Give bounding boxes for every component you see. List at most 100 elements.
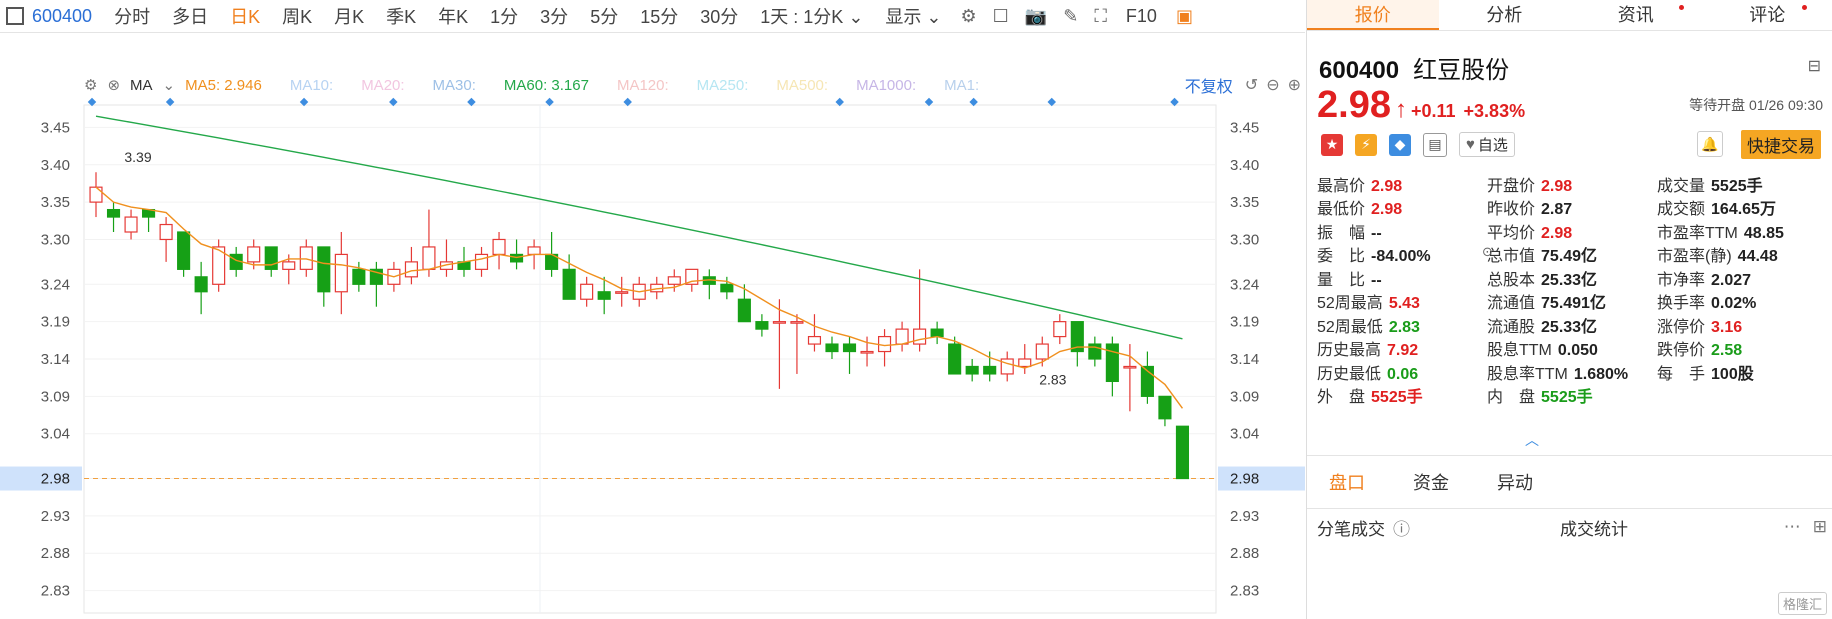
document-icon[interactable]: ▤: [1423, 132, 1447, 157]
candle-body[interactable]: [1035, 343, 1049, 360]
display-dropdown[interactable]: 显示 ⌄: [874, 3, 952, 29]
candle-body[interactable]: [1088, 343, 1102, 360]
candle-body[interactable]: [194, 276, 208, 293]
sidebar-toggle-icon[interactable]: [6, 7, 24, 25]
tag-icon[interactable]: ◆: [1389, 133, 1411, 156]
candle-body[interactable]: [948, 343, 962, 375]
candle-body[interactable]: [527, 246, 541, 256]
candle-body[interactable]: [1123, 365, 1137, 369]
candle-body[interactable]: [264, 246, 278, 270]
period-tab[interactable]: 1分: [479, 3, 529, 29]
panel-tab[interactable]: 资讯: [1570, 0, 1702, 30]
box-select-icon[interactable]: ☐: [985, 6, 1017, 27]
panel-tab[interactable]: 评论: [1702, 0, 1832, 30]
candle-body[interactable]: [492, 238, 506, 256]
candle-body[interactable]: [842, 343, 857, 353]
alert-bell-icon[interactable]: 🔔: [1697, 131, 1723, 157]
period-tab[interactable]: 年K: [427, 3, 479, 29]
candle-body[interactable]: [772, 321, 786, 324]
candle-body[interactable]: [159, 223, 173, 241]
chevron-up-icon[interactable]: ︿: [1525, 430, 1539, 450]
candle-body[interactable]: [89, 186, 103, 203]
candle-body[interactable]: [807, 335, 822, 345]
candle-body[interactable]: [1000, 358, 1014, 375]
period-tab[interactable]: 5分: [579, 3, 629, 29]
stat-cell: 历史最低 0.06: [1317, 360, 1487, 384]
candle-body[interactable]: [124, 216, 138, 233]
stock-code: 600400: [1319, 57, 1400, 84]
kline-chart-area: ⚙ ⊗ MA ⌄ MA5: 2.946 MA10: MA20: MA30: MA60: …: [0, 33, 1305, 619]
candle-body[interactable]: [317, 246, 331, 293]
candle-body[interactable]: [1018, 358, 1032, 368]
period-tab[interactable]: 多日: [161, 3, 219, 29]
candle-body[interactable]: [1105, 343, 1119, 383]
candle-body[interactable]: [877, 335, 892, 353]
period-tab[interactable]: 周K: [271, 3, 323, 29]
candle-body[interactable]: [895, 328, 909, 345]
sub-tab[interactable]: 异动: [1497, 469, 1533, 495]
panel-toggle-icon[interactable]: ▣: [1168, 6, 1201, 27]
interval-dropdown[interactable]: 1天 : 1分K ⌄: [749, 3, 874, 29]
candle-body[interactable]: [597, 291, 611, 300]
candle-body[interactable]: [667, 276, 681, 285]
stock-code-label[interactable]: 600400: [24, 6, 103, 27]
candle-body[interactable]: [334, 253, 348, 293]
more-icon[interactable]: ⋯: [1784, 517, 1801, 537]
period-tab[interactable]: 日K: [219, 3, 271, 29]
candle-body[interactable]: [755, 321, 769, 330]
candle-body[interactable]: [106, 208, 121, 218]
fullscreen-icon[interactable]: ⛶: [1086, 6, 1115, 27]
candle-body[interactable]: [860, 350, 874, 354]
layout-icon[interactable]: ⊟: [1808, 56, 1821, 76]
more-icon[interactable]: ⊙: [1482, 244, 1493, 260]
candle-body[interactable]: [404, 261, 418, 278]
sub-tab[interactable]: 资金: [1413, 469, 1449, 495]
help-icon[interactable]: ⓘ: [1393, 515, 1410, 540]
candle-body[interactable]: [983, 365, 997, 375]
candle-body[interactable]: [720, 283, 734, 293]
candle-body[interactable]: [1053, 321, 1067, 338]
candle-body[interactable]: [177, 231, 191, 270]
period-tab[interactable]: 3分: [529, 3, 579, 29]
period-tab[interactable]: 月K: [323, 3, 375, 29]
candle-body[interactable]: [737, 298, 751, 323]
fast-trade-button[interactable]: 快捷交易: [1741, 130, 1821, 159]
candle-body[interactable]: [930, 328, 944, 338]
period-tab[interactable]: 季K: [375, 3, 427, 29]
candle-body[interactable]: [580, 283, 594, 300]
panel-tab[interactable]: 报价: [1307, 0, 1439, 30]
pen-icon[interactable]: ✎: [1055, 6, 1086, 27]
settings-icon[interactable]: ⚙: [953, 6, 985, 27]
add-watchlist-button[interactable]: ♥ 自选: [1459, 132, 1515, 157]
stat-value: --: [1371, 224, 1382, 242]
candle-body[interactable]: [282, 261, 296, 270]
candle-body[interactable]: [790, 321, 804, 324]
candle-body[interactable]: [1175, 425, 1190, 480]
candle-body[interactable]: [615, 291, 629, 294]
candle-body[interactable]: [562, 268, 576, 300]
candle-body[interactable]: [299, 246, 313, 270]
stat-cell: 历史最高 7.92: [1317, 336, 1487, 360]
china-flag-icon[interactable]: ★: [1321, 133, 1343, 156]
f10-button[interactable]: F10: [1115, 6, 1168, 27]
candle-body[interactable]: [247, 246, 261, 263]
candle-body[interactable]: [1158, 395, 1172, 420]
candle-body[interactable]: [422, 246, 436, 270]
candle-body[interactable]: [352, 268, 366, 285]
period-tab[interactable]: 30分: [689, 3, 749, 29]
candlestick-chart[interactable]: 3.45 3.45 3.40 3.40 3.35 3.35 3.30 3.30 3.24 3.24…: [0, 33, 1305, 619]
grid-icon[interactable]: ⊞: [1813, 517, 1827, 537]
lightning-icon[interactable]: ⚡: [1355, 133, 1377, 156]
sub-tab[interactable]: 盘口: [1329, 469, 1365, 495]
stat-label: 每 手: [1657, 365, 1706, 383]
stat-cell: 涨停价 3.16: [1657, 313, 1827, 337]
period-tab[interactable]: 分时: [103, 3, 161, 29]
candle-body[interactable]: [474, 253, 489, 270]
candle-body[interactable]: [510, 253, 524, 263]
panel-tab[interactable]: 分析: [1439, 0, 1571, 30]
candle-body[interactable]: [913, 328, 927, 345]
candle-body[interactable]: [965, 365, 979, 375]
period-tab[interactable]: 15分: [629, 3, 689, 29]
camera-icon[interactable]: 📷: [1017, 6, 1055, 27]
candle-body[interactable]: [825, 343, 839, 353]
